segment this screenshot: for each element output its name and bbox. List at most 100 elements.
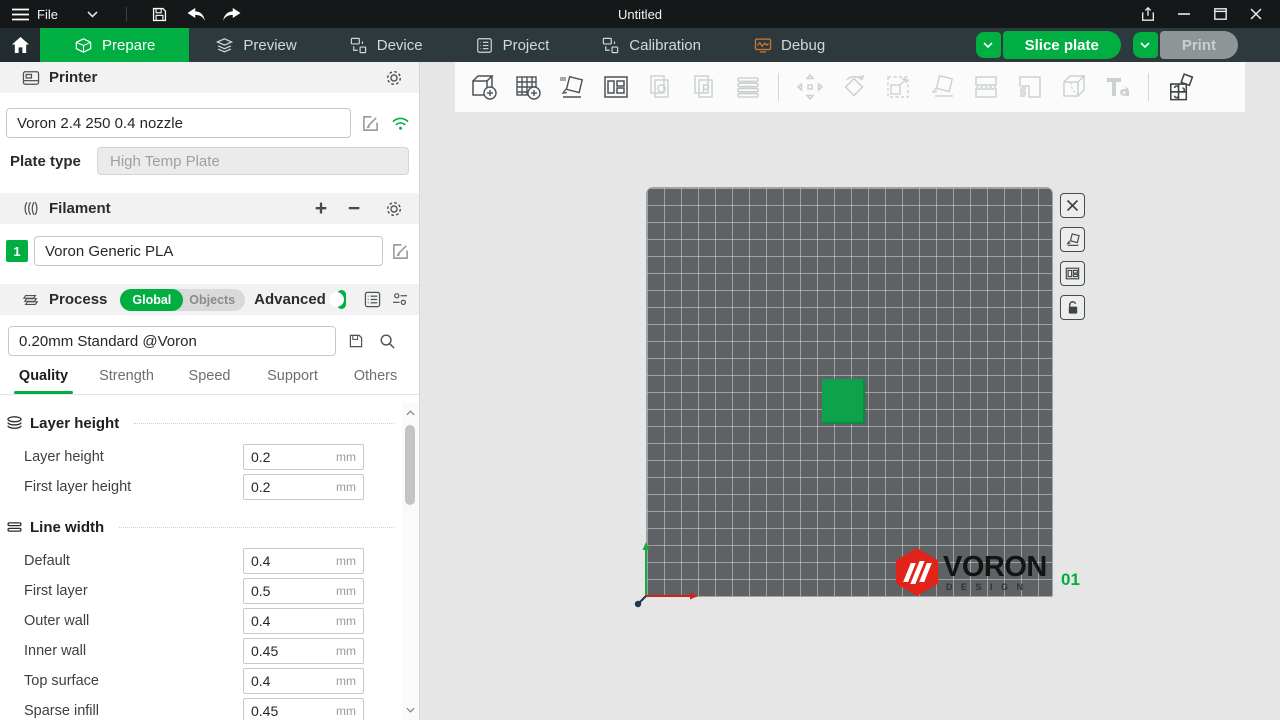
filament-slot-badge[interactable]: 1 [6,240,28,262]
filament-preset-select[interactable]: Voron Generic PLA [34,236,383,266]
setting-unit: mm [336,450,356,464]
setting-value: 0.45 [251,703,278,719]
process-section-header: Process Global Objects Advanced [0,284,419,315]
minimize-icon[interactable] [1168,3,1200,25]
scope-objects[interactable]: Objects [183,293,245,307]
save-preset-button[interactable] [345,330,367,352]
setting-unit: mm [336,584,356,598]
titlebar-separator [126,7,127,22]
plate-arrange-button[interactable] [1060,261,1085,286]
process-icon [22,292,40,308]
plate-type-select[interactable]: High Temp Plate [97,147,409,175]
chevron-down-icon[interactable] [78,3,108,25]
edit-icon [392,243,409,260]
copy-icon[interactable] [643,71,676,104]
setting-input[interactable]: 0.2 mm [243,444,364,470]
print-button[interactable]: Print [1160,31,1238,59]
build-plate[interactable] [646,187,1053,597]
process-preset-select[interactable]: 0.20mm Standard @Voron [8,326,336,356]
file-menu-button[interactable]: File [10,3,58,25]
axis-indicator [621,537,711,613]
share-icon[interactable] [1132,3,1164,25]
advanced-toggle[interactable] [337,290,346,309]
delete-all-button[interactable] [1060,193,1085,218]
slice-dropdown-button[interactable] [976,32,1001,58]
viewport-toolbar [455,62,1245,112]
process-tab-quality[interactable]: Quality [2,368,85,394]
plate-orient-icon [1065,232,1081,248]
printer-preset-select[interactable]: Voron 2.4 250 0.4 nozzle [6,108,351,138]
plate-orient-button[interactable] [1060,227,1085,252]
text-tool-icon[interactable] [1101,71,1134,104]
object-list-icon[interactable] [731,71,764,104]
setting-input[interactable]: 0.45 mm [243,698,364,720]
side-panel: Printer Voron 2.4 250 0.4 nozzle Plate t… [0,62,420,720]
add-filament-button[interactable]: + [309,199,333,219]
arrange-icon[interactable] [599,71,632,104]
scrollbar-thumb[interactable] [405,425,415,505]
chevron-down-icon [983,42,993,48]
slice-plate-button[interactable]: Slice plate [1003,31,1121,59]
close-icon[interactable] [1240,3,1272,25]
search-icon [379,333,396,350]
model-cube[interactable] [822,379,865,424]
process-tab-strength[interactable]: Strength [85,368,168,394]
auto-orient-icon[interactable] [555,71,588,104]
remove-filament-button[interactable]: − [342,199,366,219]
printer-edit-button[interactable] [359,112,381,134]
tab-calibration[interactable]: Calibration [575,28,727,62]
search-settings-button[interactable] [376,330,398,352]
home-button[interactable] [0,28,40,62]
tab-preview-label: Preview [243,37,296,54]
process-tab-support[interactable]: Support [251,368,334,394]
viewport-3d[interactable]: 01 VORON DESIGN [421,62,1280,720]
lay-on-face-icon[interactable] [925,71,958,104]
tab-project[interactable]: Project [449,28,576,62]
scroll-up-icon[interactable] [402,405,418,421]
lock-plate-button[interactable] [1060,295,1085,320]
voron-hexagon-icon [894,548,940,596]
setting-input[interactable]: 0.2 mm [243,474,364,500]
tab-debug[interactable]: Debug [727,28,851,62]
setting-input[interactable]: 0.4 mm [243,608,364,634]
process-scope-toggle[interactable]: Global Objects [120,289,245,311]
setting-value: 0.45 [251,643,278,659]
mesh-boolean-icon[interactable] [1057,71,1090,104]
parameter-list-button[interactable] [361,289,383,311]
setting-input[interactable]: 0.4 mm [243,548,364,574]
scale-icon[interactable] [881,71,914,104]
process-tab-others[interactable]: Others [334,368,417,394]
scroll-down-icon[interactable] [402,702,418,718]
cut-icon[interactable] [969,71,1002,104]
scope-global[interactable]: Global [120,289,183,311]
params-search-button[interactable] [389,289,411,311]
process-tab-speed[interactable]: Speed [168,368,251,394]
maximize-icon[interactable] [1204,3,1236,25]
tab-preview[interactable]: Preview [189,28,322,62]
setting-input[interactable]: 0.45 mm [243,638,364,664]
setting-input[interactable]: 0.4 mm [243,668,364,694]
toolbar-separator [778,73,779,101]
add-plate-icon[interactable] [511,71,544,104]
undo-icon[interactable] [181,3,211,25]
filament-settings-button[interactable] [383,198,405,220]
setting-label: First layer height [24,479,131,495]
setting-input[interactable]: 0.5 mm [243,578,364,604]
support-painting-icon[interactable] [1013,71,1046,104]
filament-edit-button[interactable] [389,240,411,262]
assembly-icon[interactable] [1163,71,1196,104]
move-icon[interactable] [793,71,826,104]
print-dropdown-button[interactable] [1133,32,1158,58]
printer-settings-button[interactable] [383,67,405,89]
tab-prepare[interactable]: Prepare [40,28,189,62]
tab-device[interactable]: Device [323,28,449,62]
wifi-icon [389,112,411,134]
redo-icon[interactable] [217,3,247,25]
save-icon[interactable] [145,3,175,25]
rotate-icon[interactable] [837,71,870,104]
paste-icon[interactable] [687,71,720,104]
settings-scrollbar[interactable] [402,403,418,720]
group-line-width: Line width [0,516,402,538]
setting-value: 0.4 [251,613,270,629]
add-object-icon[interactable] [467,71,500,104]
